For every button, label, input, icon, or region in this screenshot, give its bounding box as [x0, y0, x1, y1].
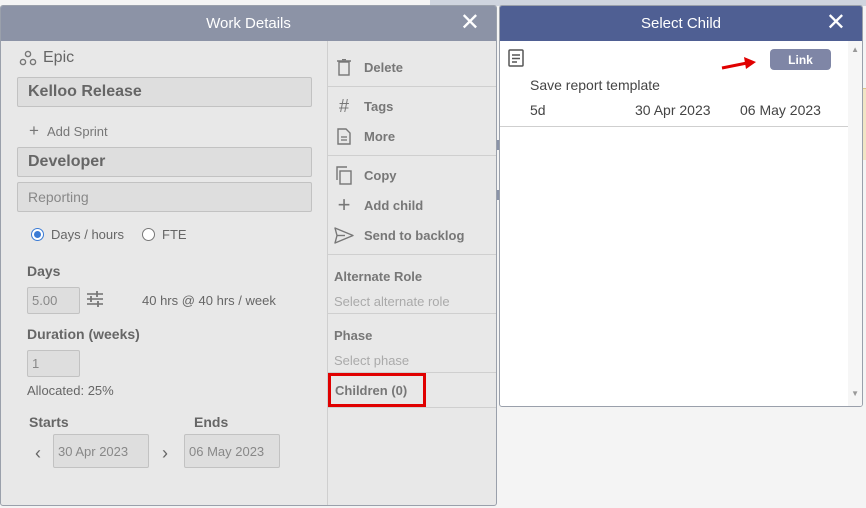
ends-label: Ends: [194, 414, 229, 430]
child-end-date: 06 May 2023: [740, 102, 821, 118]
copy-icon: [334, 165, 354, 185]
hours-summary: 40 hrs @ 40 hrs / week: [142, 293, 276, 308]
phase-select[interactable]: Select phase: [334, 353, 409, 368]
duration-input[interactable]: 1: [27, 350, 80, 377]
mode-fte-label: FTE: [162, 227, 187, 242]
duration-label: Duration (weeks): [27, 326, 140, 342]
child-duration: 5d: [530, 102, 546, 118]
more-label: More: [364, 128, 396, 144]
divider: [328, 254, 496, 255]
start-date-input[interactable]: 30 Apr 2023: [53, 434, 149, 468]
trash-icon: [334, 57, 354, 77]
add-sprint-button[interactable]: + Add Sprint: [29, 121, 108, 141]
settings-sliders-icon[interactable]: [86, 291, 104, 307]
chevron-left-icon[interactable]: ‹: [35, 443, 41, 464]
divider: [328, 407, 496, 408]
document-icon: [508, 49, 524, 67]
work-details-title: Work Details: [206, 15, 291, 32]
divider: [328, 155, 496, 156]
mode-days-label: Days / hours: [51, 227, 124, 242]
child-start-date: 30 Apr 2023: [635, 102, 711, 118]
radio-selected-icon: [31, 228, 44, 241]
children-section[interactable]: Children (0): [328, 373, 426, 407]
send-icon: [334, 225, 354, 245]
select-child-dialog: Select Child ✕ Link Save report template…: [499, 5, 863, 407]
hierarchy-icon: [19, 50, 37, 66]
work-type: Epic: [19, 49, 74, 67]
copy-button[interactable]: Copy: [334, 165, 397, 185]
plus-icon: +: [337, 192, 351, 217]
mode-days-radio[interactable]: Days / hours: [31, 227, 124, 242]
radio-icon: [142, 228, 155, 241]
select-child-title: Select Child: [640, 15, 722, 32]
days-input[interactable]: 5.00: [27, 287, 80, 314]
tags-label: Tags: [364, 98, 394, 114]
work-details-actions: Delete # Tags More Copy + Add child Send…: [327, 41, 496, 505]
child-name: Save report template: [530, 77, 660, 93]
work-details-dialog: Work Details ✕ Epic Kelloo Release + Add…: [0, 5, 497, 506]
phase-title: Phase: [334, 328, 373, 343]
divider: [328, 313, 496, 314]
end-date-input[interactable]: 06 May 2023: [184, 434, 280, 468]
skill-field[interactable]: Reporting: [17, 182, 312, 212]
scroll-up-icon[interactable]: ▲: [851, 45, 859, 54]
tags-button[interactable]: # Tags: [334, 96, 393, 116]
divider: [500, 126, 862, 127]
alternate-role-select[interactable]: Select alternate role: [334, 294, 450, 309]
work-type-label: Epic: [43, 49, 75, 66]
plus-icon: +: [29, 121, 39, 140]
hashtag-icon: #: [338, 95, 349, 116]
chevron-right-icon[interactable]: ›: [162, 443, 168, 464]
starts-label: Starts: [29, 414, 69, 430]
work-details-form: Epic Kelloo Release + Add Sprint Develop…: [1, 41, 327, 505]
delete-label: Delete: [364, 59, 404, 75]
document-icon: [334, 126, 354, 146]
link-button[interactable]: Link: [770, 49, 831, 70]
add-child-button[interactable]: + Add child: [334, 192, 424, 217]
add-sprint-label: Add Sprint: [46, 123, 108, 139]
name-field[interactable]: Kelloo Release: [17, 77, 312, 107]
close-icon[interactable]: ✕: [826, 10, 846, 36]
more-button[interactable]: More: [334, 126, 395, 146]
scroll-down-icon[interactable]: ▼: [851, 389, 859, 398]
children-label: Children (0): [335, 382, 408, 398]
alternate-role-title: Alternate Role: [334, 269, 423, 284]
select-child-header: Select Child ✕: [500, 6, 862, 41]
days-label: Days: [27, 263, 61, 279]
delete-button[interactable]: Delete: [334, 57, 403, 77]
work-details-header: Work Details ✕: [1, 6, 496, 41]
send-to-backlog-label: Send to backlog: [364, 227, 465, 243]
mode-fte-radio[interactable]: FTE: [142, 227, 187, 242]
add-child-label: Add child: [364, 197, 424, 213]
role-field[interactable]: Developer: [17, 147, 312, 177]
send-to-backlog-button[interactable]: Send to backlog: [334, 225, 464, 245]
scrollbar[interactable]: ▲ ▼: [848, 41, 862, 406]
allocated-text: Allocated: 25%: [27, 383, 114, 398]
close-icon[interactable]: ✕: [460, 10, 480, 36]
divider: [328, 86, 496, 87]
arrow-annotation-icon: [721, 57, 756, 70]
copy-label: Copy: [364, 167, 397, 183]
